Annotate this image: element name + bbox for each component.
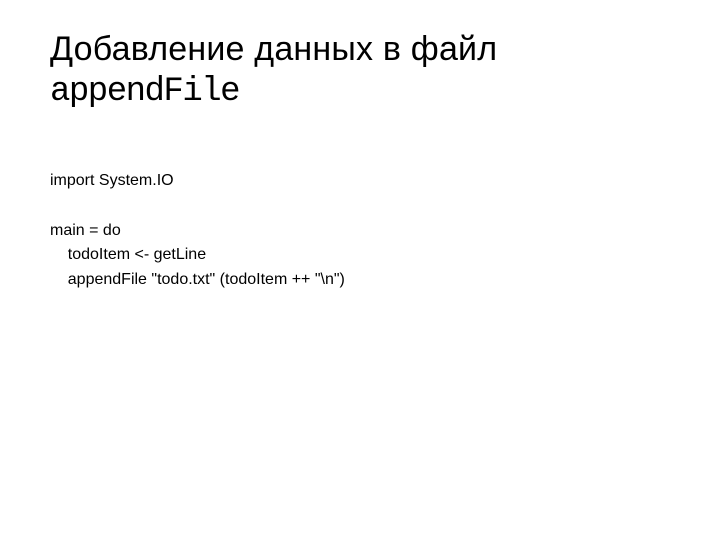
code-line: todoItem <- getLine xyxy=(50,246,206,263)
title-text-line1: Добавление данных в файл xyxy=(50,28,670,71)
slide-title: Добавление данных в файл appendFile xyxy=(50,28,670,113)
title-text-line2: appendFile xyxy=(50,71,670,114)
code-line: import System.IO xyxy=(50,172,174,189)
code-snippet: import System.IO main = do todoItem <- g… xyxy=(50,169,670,293)
code-line: appendFile "todo.txt" (todoItem ++ "\n") xyxy=(50,271,345,288)
code-line: main = do xyxy=(50,222,121,239)
